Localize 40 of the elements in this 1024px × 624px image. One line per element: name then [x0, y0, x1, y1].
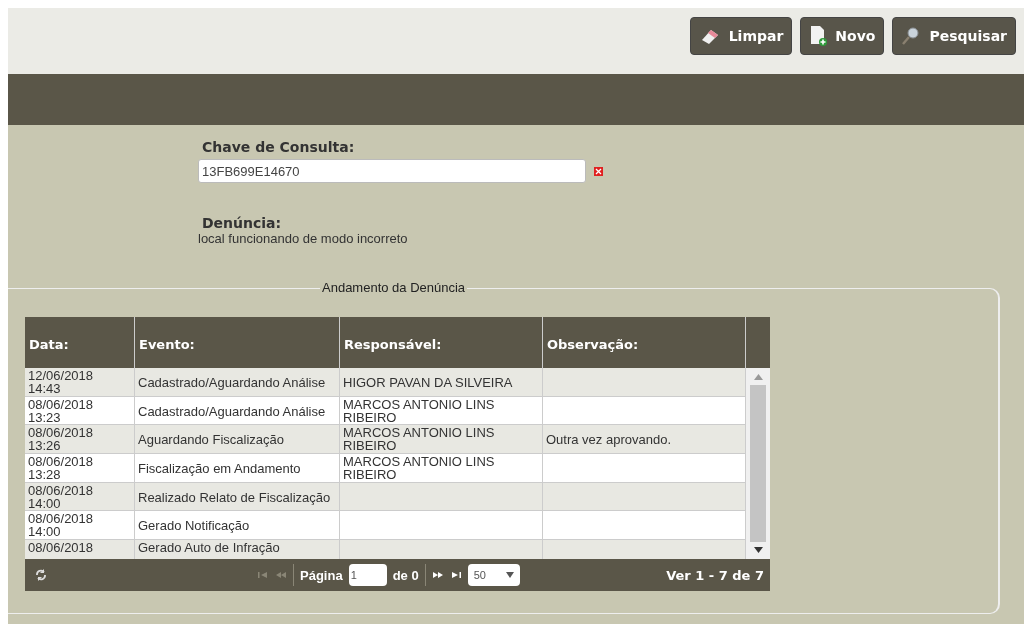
scrollbar[interactable]: [746, 368, 770, 559]
search-icon: [901, 26, 922, 46]
scroll-up-icon[interactable]: [753, 374, 763, 380]
last-page-icon[interactable]: [449, 571, 462, 579]
table-cell: 08/06/2018 13:23: [25, 396, 135, 425]
table-cell: 08/06/2018 14:00: [25, 511, 135, 540]
page-label: Página: [300, 567, 343, 583]
table-cell: 08/06/2018 13:26: [25, 425, 135, 454]
toolbar-button[interactable]: Novo: [800, 17, 885, 55]
table-cell: 08/06/2018 13:28: [25, 454, 135, 482]
table-cell: 12/06/2018 14:43: [25, 368, 135, 396]
next-page-icon[interactable]: [431, 571, 444, 579]
table-cell: 08/06/2018 14:00: [25, 482, 135, 511]
field-label: Chave de Consulta:: [201, 139, 356, 155]
page-size-select[interactable]: 50: [467, 564, 520, 586]
table-cell: Cadastrado/Aguardando Análise: [135, 368, 340, 396]
table-cell: MARCOS ANTONIO LINS RIBEIRO: [343, 454, 495, 482]
new-document-icon: [809, 25, 828, 47]
page-count: de 0: [392, 567, 419, 583]
table-cell: Realizado Relato de Fiscalização: [135, 482, 340, 511]
key-input-field[interactable]: 13FB699E14670: [198, 159, 586, 183]
table-cell: MARCOS ANTONIO LINS RIBEIRO: [343, 396, 495, 425]
panel-legend: Andamento da Denúncia: [320, 280, 468, 295]
table-cell: Outra vez aprovando.: [546, 433, 672, 447]
toolbar-button[interactable]: Pesquisar: [892, 17, 1016, 55]
table-cell: HIGOR PAVAN DA SILVEIRA: [343, 375, 513, 389]
field-label: Denúncia:: [201, 215, 283, 231]
table-cell: Gerado Notificação: [135, 511, 340, 540]
table-cell: Cadastrado/Aguardando Análise: [135, 396, 340, 425]
scroll-down-icon[interactable]: [753, 547, 763, 553]
dropdown-icon: [505, 572, 514, 578]
record-summary: Ver 1 - 7 de 7: [666, 567, 764, 583]
toolbar-button[interactable]: Limpar: [689, 17, 793, 55]
page-input-field[interactable]: 1: [348, 564, 387, 586]
table-cell: MARCOS ANTONIO LINS RIBEIRO: [343, 425, 495, 454]
refresh-icon[interactable]: [35, 569, 47, 581]
table-cell: Aguardando Fiscalização: [135, 425, 340, 454]
complaint-text: local funcionando de modo incorreto: [198, 231, 409, 246]
table-cell: Fiscalização em Andamento: [135, 454, 340, 482]
clear-icon[interactable]: [594, 166, 603, 176]
